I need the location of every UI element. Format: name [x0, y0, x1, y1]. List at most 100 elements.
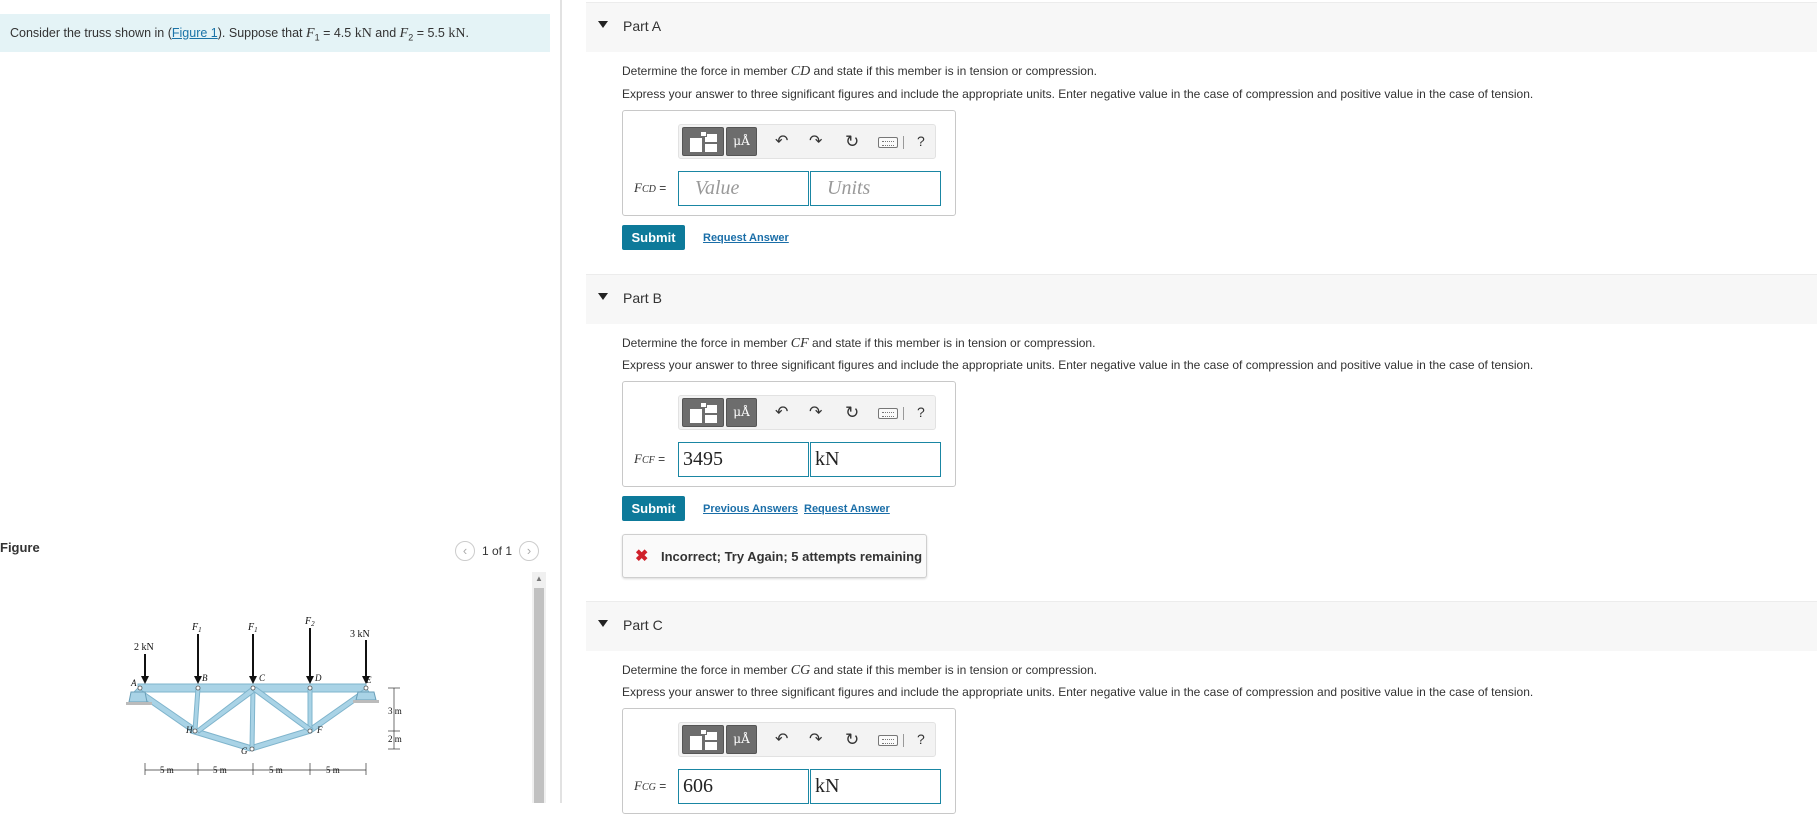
submit-button[interactable]: Submit: [622, 496, 685, 521]
redo-icon[interactable]: ↷: [809, 403, 822, 423]
dimension-label: 3 m: [388, 706, 402, 716]
units-button[interactable]: μÅ: [726, 127, 757, 156]
truss-diagram: 2 kN 3 kN F1 F1 F2 A B C D E F G H 5 m 5…: [126, 616, 402, 775]
part-c-instructions: Express your answer to three significant…: [622, 685, 1534, 699]
request-answer-link[interactable]: Request Answer: [703, 232, 789, 244]
close-icon: ✖: [635, 548, 649, 565]
reset-icon[interactable]: ↻: [845, 730, 859, 750]
figure-scrollbar[interactable]: ▲: [532, 572, 546, 803]
node-label-e: E: [365, 675, 372, 685]
value-input[interactable]: Value: [678, 171, 809, 206]
joint-f: [307, 728, 313, 734]
joint-a: [137, 685, 143, 691]
units-button[interactable]: μÅ: [726, 398, 757, 427]
f1-symbol: F: [306, 26, 315, 41]
node-label-d: D: [314, 673, 322, 683]
node-label-f: F: [316, 725, 323, 735]
part-a-instructions: Express your answer to three significant…: [622, 87, 1534, 101]
joint-e: [363, 685, 369, 691]
part-b-answer-box: μÅ ↶ ↷ ↻ ? FCF = 3495 kN: [622, 381, 956, 487]
help-icon[interactable]: ?: [917, 731, 925, 747]
help-icon[interactable]: ?: [917, 133, 925, 149]
prev-figure-button[interactable]: ‹: [455, 541, 475, 561]
templates-button[interactable]: [682, 725, 724, 754]
statement-text: Consider the truss shown in (: [10, 26, 172, 40]
units-input[interactable]: Units: [810, 171, 941, 206]
reset-icon[interactable]: ↻: [845, 132, 859, 152]
toolbar-separator: [903, 407, 904, 420]
previous-answers-link[interactable]: Previous Answers: [703, 503, 798, 515]
node-label-a: A: [130, 678, 137, 688]
templates-button[interactable]: [682, 127, 724, 156]
part-b-header[interactable]: Part B: [586, 274, 1817, 324]
collapse-caret-icon[interactable]: [598, 21, 608, 28]
keyboard-icon[interactable]: [878, 408, 898, 419]
collapse-caret-icon[interactable]: [598, 620, 608, 627]
dimension-label: 2 m: [388, 734, 402, 744]
figure-link[interactable]: Figure 1: [172, 26, 218, 40]
part-title: Part B: [623, 290, 662, 306]
math-toolbar: μÅ ↶ ↷ ↻ ?: [678, 395, 936, 430]
roller-support: [355, 691, 377, 701]
dimension-label: 5 m: [160, 765, 174, 775]
undo-icon[interactable]: ↶: [775, 403, 788, 423]
answer-label: FCF =: [634, 451, 666, 466]
request-answer-link[interactable]: Request Answer: [804, 503, 890, 515]
part-a-header[interactable]: Part A: [586, 2, 1817, 52]
member-name: CG: [790, 663, 811, 678]
statement-text: and: [371, 26, 400, 40]
part-a-answer-box: μÅ ↶ ↷ ↻ ? FCD = Value Units: [622, 110, 956, 216]
member-cg: [249, 687, 256, 749]
feedback-message: ✖ Incorrect; Try Again; 5 attempts remai…: [622, 534, 927, 578]
member-hc: [195, 687, 257, 734]
submit-button[interactable]: Submit: [622, 225, 685, 250]
redo-icon[interactable]: ↷: [809, 730, 822, 750]
joint-d: [307, 685, 313, 691]
f2-unit: kN: [448, 26, 466, 41]
load-label-f1: F1: [191, 622, 202, 634]
value-input[interactable]: 606: [678, 769, 809, 804]
math-toolbar: μÅ ↶ ↷ ↻ ?: [678, 722, 936, 757]
undo-icon[interactable]: ↶: [775, 730, 788, 750]
load-label-f2: F2: [304, 616, 315, 628]
joint-h: [192, 728, 198, 734]
load-label-right: 3 kN: [350, 629, 370, 640]
part-title: Part C: [623, 617, 663, 633]
units-placeholder: Units: [827, 177, 871, 199]
value-placeholder: Value: [695, 177, 740, 199]
problem-panel: Consider the truss shown in (Figure 1). …: [0, 0, 560, 803]
arrow-head: [306, 676, 314, 684]
value-input[interactable]: 3495: [678, 442, 809, 477]
units-input[interactable]: kN: [810, 769, 941, 804]
ground: [126, 702, 152, 705]
panel-divider: [560, 0, 562, 803]
scrollbar-thumb[interactable]: [534, 588, 544, 803]
help-icon[interactable]: ?: [917, 404, 925, 420]
member-df: [307, 687, 313, 731]
undo-icon[interactable]: ↶: [775, 132, 788, 152]
next-figure-button[interactable]: ›: [519, 541, 540, 561]
keyboard-icon[interactable]: [878, 137, 898, 148]
redo-icon[interactable]: ↷: [809, 132, 822, 152]
f2-value: = 5.5: [413, 26, 449, 40]
toolbar-separator: [903, 734, 904, 747]
answer-label: FCD =: [634, 180, 667, 195]
part-c-header[interactable]: Part C: [586, 601, 1817, 651]
scroll-up-icon[interactable]: ▲: [532, 572, 546, 586]
templates-button[interactable]: [682, 398, 724, 427]
part-b-instructions: Express your answer to three significant…: [622, 358, 1534, 372]
part-a-prompt: Determine the force in member CD and sta…: [622, 64, 1097, 79]
member-cf: [251, 686, 314, 733]
feedback-text: Incorrect; Try Again; 5 attempts remaini…: [661, 549, 923, 564]
figure-pager: ‹ 1 of 1 ›: [455, 540, 540, 562]
joint-b: [195, 685, 201, 691]
joint-c: [250, 685, 256, 691]
keyboard-icon[interactable]: [878, 735, 898, 746]
collapse-caret-icon[interactable]: [598, 293, 608, 300]
f1-unit: kN: [354, 26, 372, 41]
dimension-label: 5 m: [326, 765, 340, 775]
units-input[interactable]: kN: [810, 442, 941, 477]
member-gf: [249, 727, 312, 752]
reset-icon[interactable]: ↻: [845, 403, 859, 423]
units-button[interactable]: μÅ: [726, 725, 757, 754]
